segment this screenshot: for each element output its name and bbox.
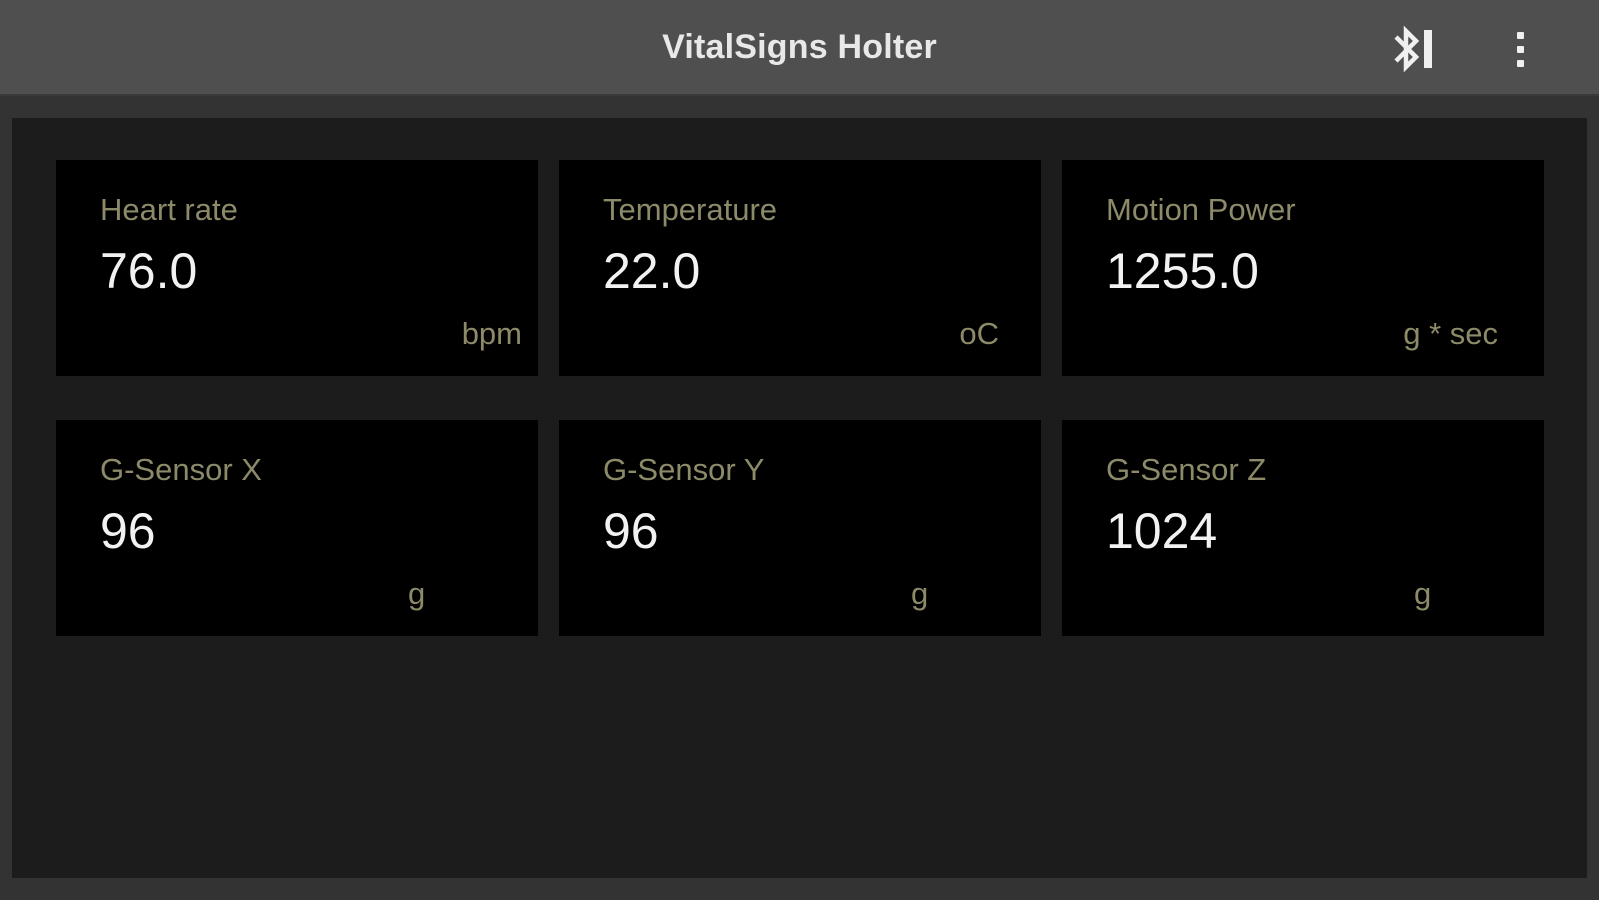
- bluetooth-connected-icon[interactable]: [1392, 24, 1446, 74]
- metric-value: 96: [100, 503, 156, 559]
- app-window: VitalSigns Holter Heart rate 76.0 bpm Te…: [0, 0, 1599, 900]
- metric-label: G-Sensor Y: [603, 452, 765, 487]
- metric-unit: g: [1414, 576, 1432, 611]
- more-vert-icon[interactable]: [1510, 26, 1550, 72]
- metric-card-temperature: Temperature 22.0 oC: [559, 160, 1041, 376]
- title-bar: VitalSigns Holter: [0, 0, 1599, 96]
- metric-value: 1255.0: [1106, 243, 1259, 299]
- metric-unit: g * sec: [1403, 316, 1498, 351]
- metric-card-g-sensor-y: G-Sensor Y 96 g: [559, 420, 1041, 636]
- metric-value: 22.0: [603, 243, 701, 299]
- metric-unit: oC: [959, 316, 999, 351]
- metric-label: Motion Power: [1106, 192, 1296, 227]
- metric-label: Heart rate: [100, 192, 238, 227]
- metric-label: G-Sensor X: [100, 452, 262, 487]
- app-title: VitalSigns Holter: [662, 28, 937, 66]
- metric-unit: g: [408, 576, 426, 611]
- metric-unit: g: [911, 576, 929, 611]
- metric-card-g-sensor-x: G-Sensor X 96 g: [56, 420, 538, 636]
- metric-card-g-sensor-z: G-Sensor Z 1024 g: [1062, 420, 1544, 636]
- dashboard-panel: Heart rate 76.0 bpm Temperature 22.0 oC …: [12, 118, 1587, 878]
- metric-card-heart-rate: Heart rate 76.0 bpm: [56, 160, 538, 376]
- metric-card-motion-power: Motion Power 1255.0 g * sec: [1062, 160, 1544, 376]
- metric-value: 1024: [1106, 503, 1218, 559]
- metric-label: Temperature: [603, 192, 778, 227]
- metric-unit: bpm: [461, 316, 522, 351]
- metric-value: 96: [603, 503, 659, 559]
- metric-label: G-Sensor Z: [1106, 452, 1267, 487]
- metric-value: 76.0: [100, 243, 198, 299]
